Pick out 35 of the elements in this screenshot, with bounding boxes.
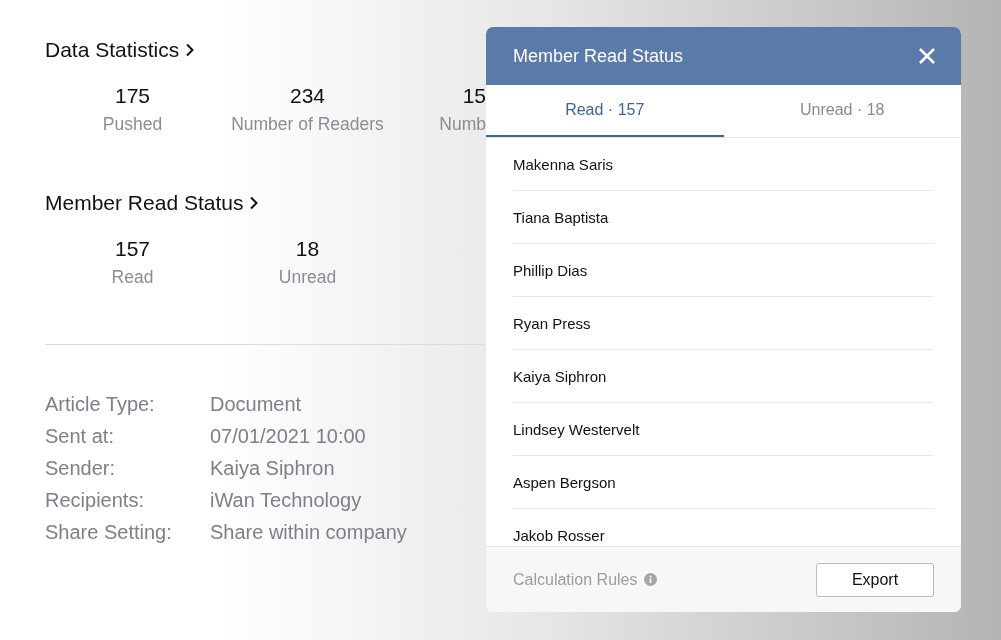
detail-value: Document <box>210 393 303 416</box>
detail-label: Sender: <box>45 457 117 480</box>
detail-value: Kaiya Siphron <box>210 457 336 480</box>
detail-label: Share Setting: <box>45 521 173 544</box>
stat-value: 234 <box>289 84 325 108</box>
dialog-title: Member Read Status <box>513 45 684 67</box>
detail-label: Sent at: <box>45 425 115 448</box>
stat-value: 18 <box>295 237 320 261</box>
stat-label: Pushed <box>102 114 163 135</box>
detail-value: iWan Technology <box>210 489 363 512</box>
detail-value: Share within company <box>210 521 408 544</box>
chevron-icon[interactable] <box>249 196 260 210</box>
tab[interactable]: Read · 157 <box>486 85 724 137</box>
section-link[interactable]: Member Read Status <box>45 191 244 215</box>
member-row[interactable]: Tiana Baptista <box>513 191 934 244</box>
stat-value: 157 <box>114 237 150 261</box>
stat-value: 175 <box>114 84 150 108</box>
chevron-icon[interactable] <box>185 43 196 57</box>
detail-label: Recipients: <box>45 489 145 512</box>
member-row[interactable]: Ryan Press <box>513 297 934 350</box>
member-row[interactable]: Makenna Saris <box>513 138 934 191</box>
section-link[interactable]: Data Statistics <box>45 38 180 62</box>
member-row[interactable]: Aspen Bergson <box>513 456 934 509</box>
detail-value: 07/01/2021 10:00 <box>210 425 367 448</box>
stat-label: Numb <box>439 114 486 135</box>
member-row[interactable]: Lindsey Westervelt <box>513 403 934 456</box>
stat-label: Number of Readers <box>231 114 384 135</box>
detail-label: Article Type: <box>45 393 156 416</box>
export-button[interactable]: Export <box>816 562 934 597</box>
stat-label: Read <box>111 267 154 288</box>
stat-label: Unread <box>278 267 337 288</box>
member-row[interactable]: Phillip Dias <box>513 244 934 297</box>
close-icon[interactable] <box>918 47 936 65</box>
member-row[interactable]: Kaiya Siphron <box>513 350 934 403</box>
stat-value: 15 <box>462 84 486 108</box>
